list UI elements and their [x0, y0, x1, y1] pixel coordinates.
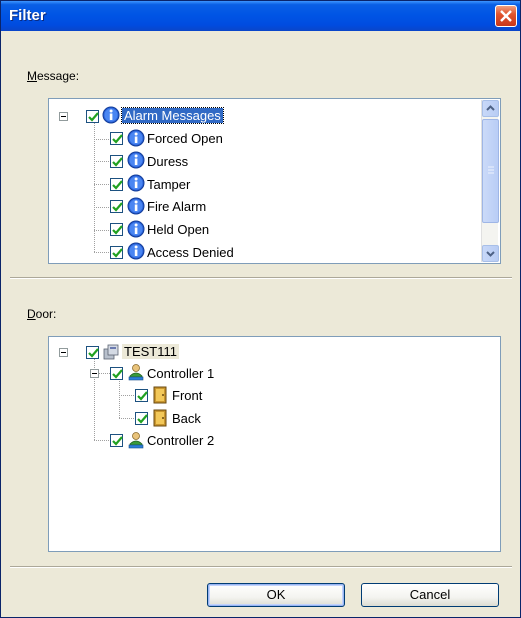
door-label: Door: [27, 307, 57, 321]
tree-line [94, 184, 110, 185]
window-title: Filter [9, 7, 46, 24]
tree-node-back[interactable]: Back [172, 411, 201, 426]
tree-node-forced-open[interactable]: Forced Open [147, 131, 223, 146]
fire-alarm-checkbox[interactable] [110, 200, 123, 213]
collapse-toggle[interactable] [59, 348, 68, 357]
info-icon [127, 220, 145, 238]
tamper-checkbox[interactable] [110, 178, 123, 191]
held-open-checkbox[interactable] [110, 223, 123, 236]
message-tree[interactable]: Alarm Messages Forced Open Duress Tamper… [48, 98, 501, 264]
door-icon [153, 409, 167, 427]
controller-icon [128, 432, 144, 449]
scroll-thumb[interactable] [482, 119, 499, 223]
door-icon [153, 386, 167, 404]
tree-node-controller-1[interactable]: Controller 1 [147, 366, 214, 381]
title-bar[interactable]: Filter [1, 1, 520, 31]
info-icon [127, 242, 145, 260]
tree-line [94, 252, 110, 253]
controller-icon [128, 364, 144, 381]
message-scrollbar[interactable] [481, 100, 499, 262]
tree-node-duress[interactable]: Duress [147, 154, 188, 169]
chevron-down-icon [486, 251, 495, 257]
controller-1-checkbox[interactable] [110, 367, 123, 380]
tree-line [119, 418, 135, 419]
scroll-up-button[interactable] [482, 100, 499, 117]
tree-line [94, 230, 110, 231]
tree-node-alarm-messages[interactable]: Alarm Messages [121, 107, 224, 124]
tree-node-fire-alarm[interactable]: Fire Alarm [147, 199, 206, 214]
tree-line [94, 139, 110, 140]
forced-open-checkbox[interactable] [110, 132, 123, 145]
tree-line [94, 207, 110, 208]
tree-line [94, 123, 95, 252]
close-icon [500, 10, 512, 22]
scroll-down-button[interactable] [482, 245, 499, 262]
tree-node-controller-2[interactable]: Controller 2 [147, 433, 214, 448]
tree-node-held-open[interactable]: Held Open [147, 222, 209, 237]
tree-node-test111[interactable]: TEST111 [122, 344, 179, 359]
collapse-toggle[interactable] [59, 112, 68, 121]
site-icon [103, 344, 119, 360]
separator [10, 277, 512, 279]
tree-node-tamper[interactable]: Tamper [147, 177, 190, 192]
separator [10, 566, 512, 568]
cancel-button[interactable]: Cancel [361, 583, 499, 607]
info-icon [127, 174, 145, 192]
controller-2-checkbox[interactable] [110, 434, 123, 447]
tree-line [119, 381, 120, 418]
door-tree[interactable]: TEST111 Controller 1 Front Back Controll… [48, 336, 501, 552]
back-checkbox[interactable] [135, 412, 148, 425]
message-label: Message: [27, 69, 80, 83]
tree-line [94, 440, 110, 441]
tree-node-front[interactable]: Front [172, 388, 202, 403]
tree-line [94, 161, 110, 162]
close-button[interactable] [495, 5, 517, 27]
tree-node-access-denied[interactable]: Access Denied [147, 245, 234, 260]
chevron-up-icon [486, 105, 495, 111]
alarm-messages-checkbox[interactable] [86, 110, 99, 123]
tree-line [119, 395, 135, 396]
ok-button[interactable]: OK [207, 583, 345, 607]
collapse-toggle[interactable] [90, 369, 99, 378]
grip-icon [488, 166, 494, 174]
info-icon [127, 197, 145, 215]
front-checkbox[interactable] [135, 389, 148, 402]
info-icon [102, 106, 120, 124]
duress-checkbox[interactable] [110, 155, 123, 168]
filter-dialog: Filter Message: Alarm Messages Forced Op… [0, 0, 521, 618]
test111-checkbox[interactable] [86, 346, 99, 359]
access-denied-checkbox[interactable] [110, 246, 123, 259]
info-icon [127, 129, 145, 147]
info-icon [127, 151, 145, 169]
tree-line [99, 373, 110, 374]
